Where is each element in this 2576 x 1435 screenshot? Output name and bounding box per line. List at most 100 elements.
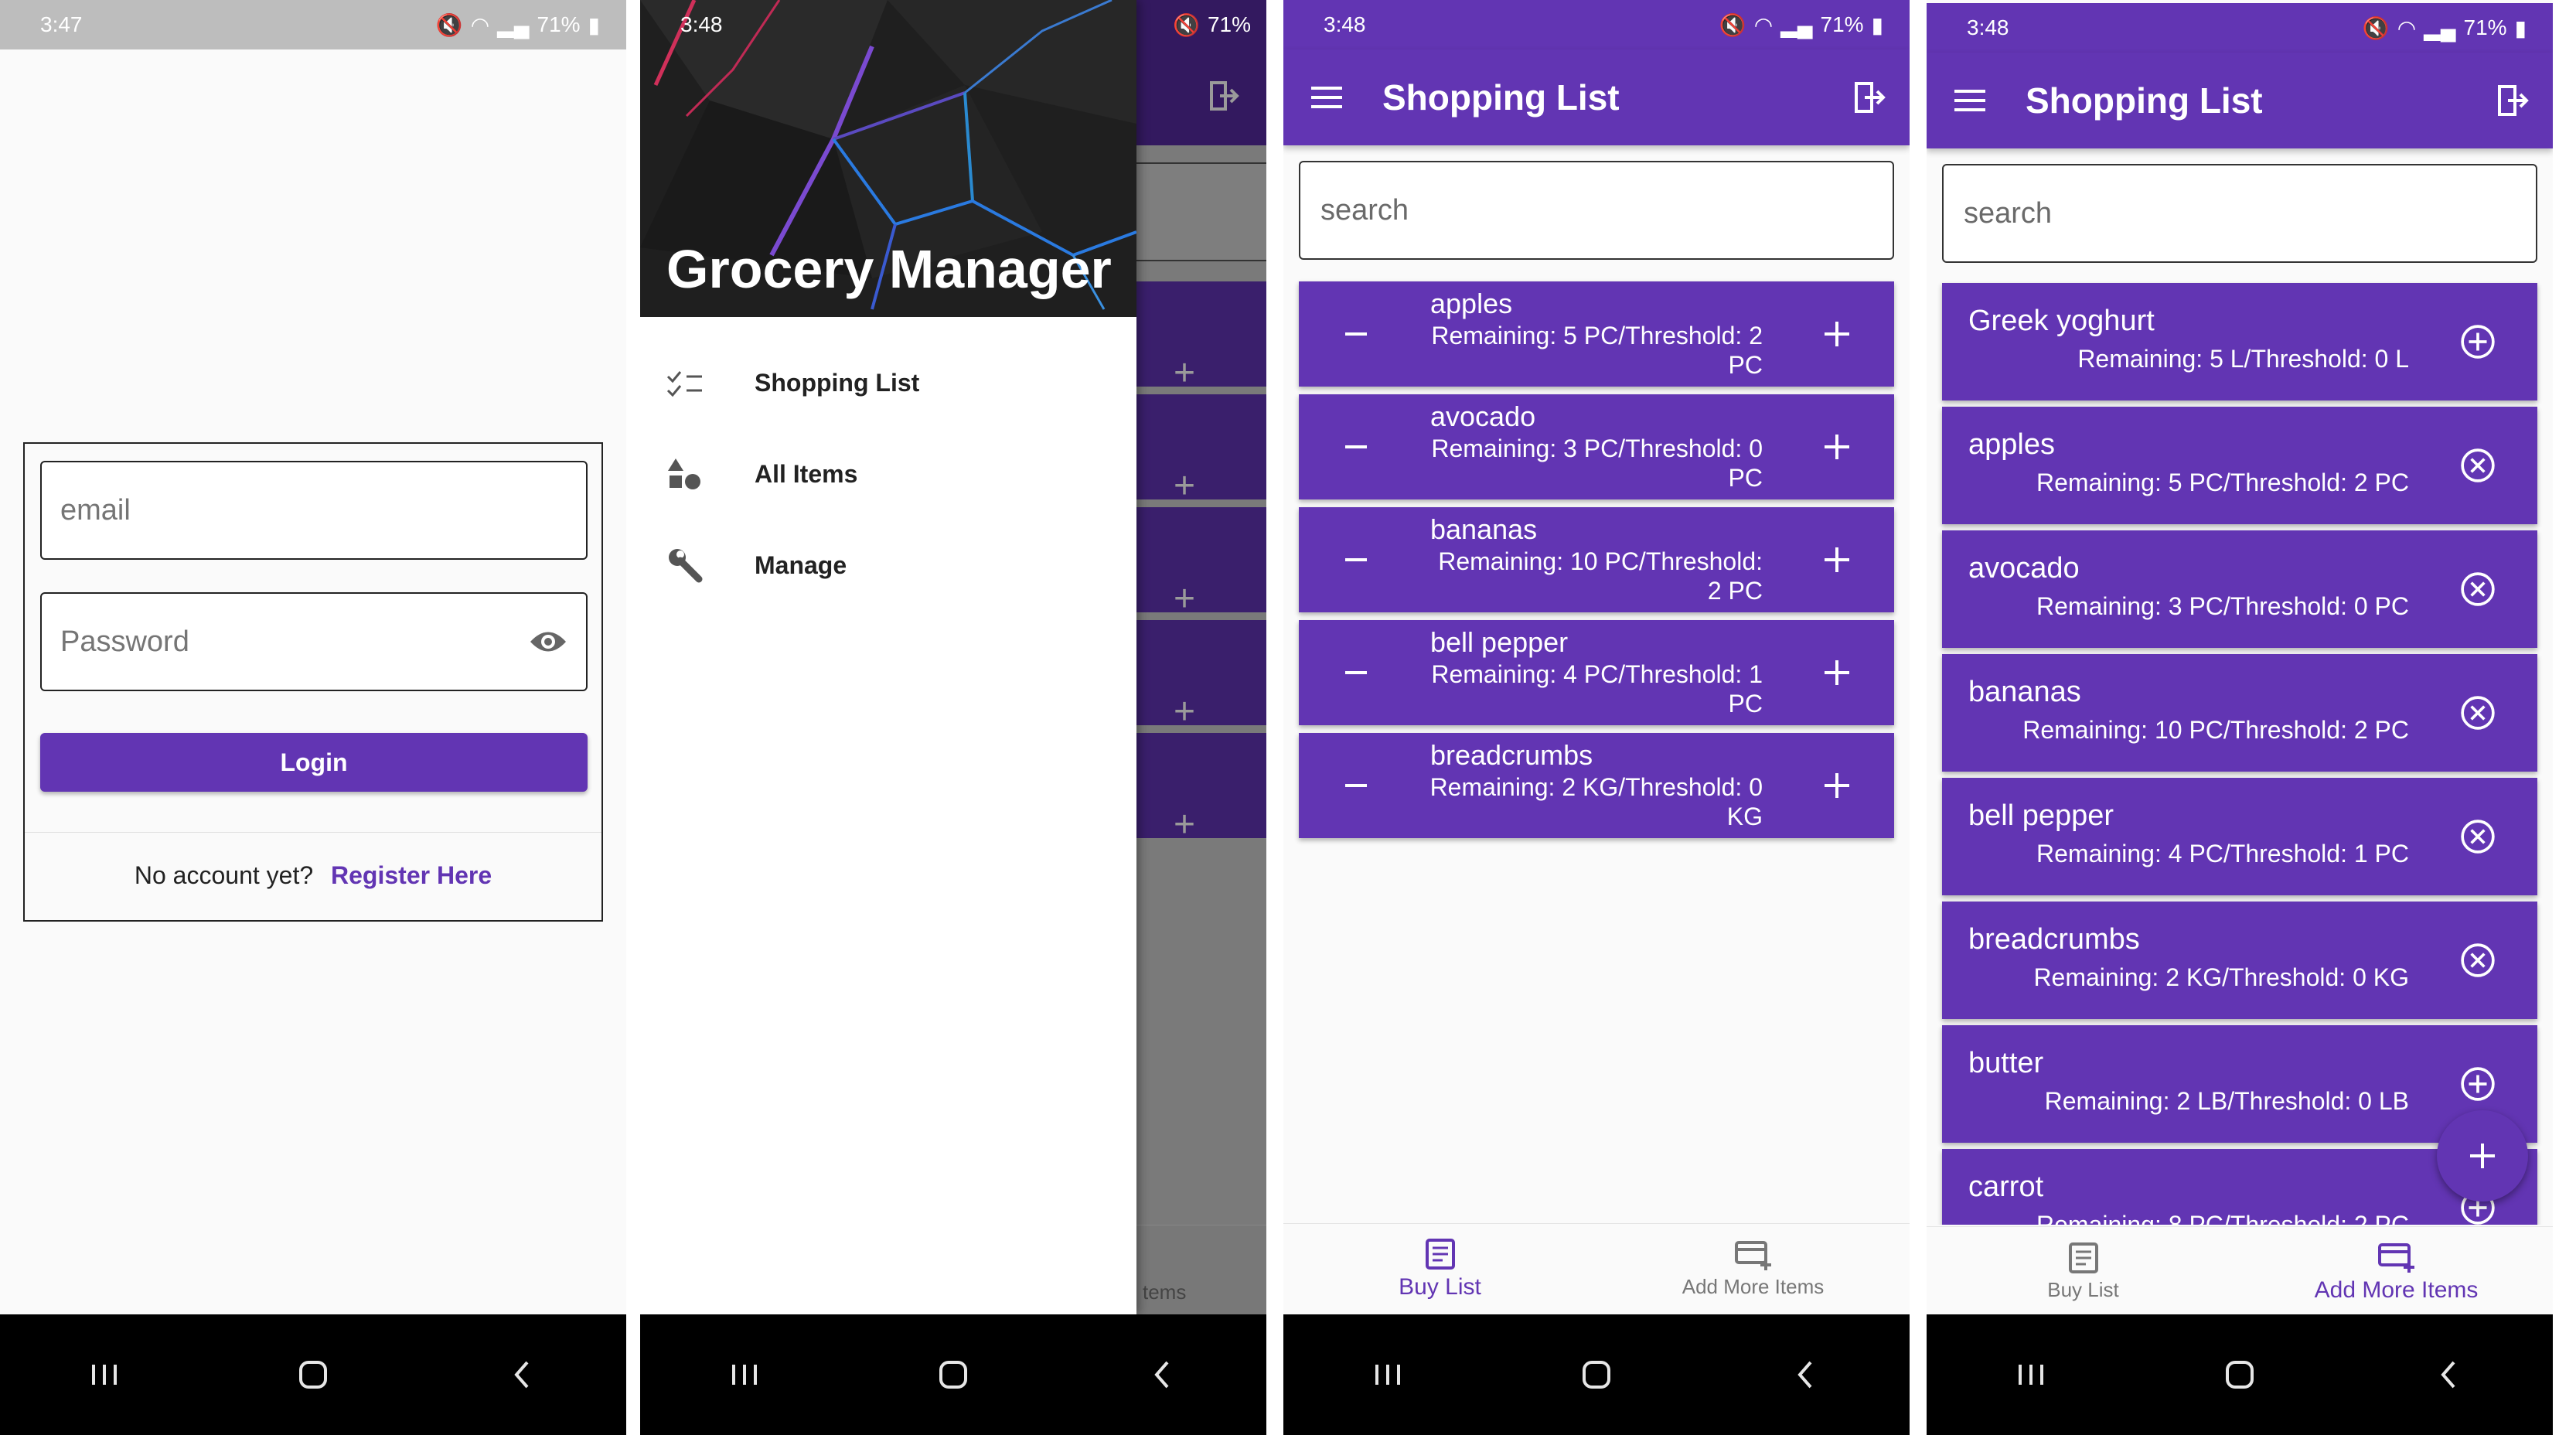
tab-add-more-items[interactable]: Add More Items <box>2240 1227 2553 1317</box>
dimmed-exit-icon <box>1209 80 1240 111</box>
remove-from-list-button[interactable] <box>2460 695 2496 731</box>
status-icons: 🔇 ◠ ▂▄ 71% ▮ <box>436 12 600 38</box>
circle-x-icon <box>2461 943 2495 977</box>
decrement-button[interactable] <box>1337 767 1375 804</box>
remove-from-list-button[interactable] <box>2460 448 2496 483</box>
search-input[interactable] <box>1320 193 1872 227</box>
plus-icon <box>2470 1144 2495 1168</box>
list-item: avocado Remaining: 3 PC/Threshold: 0 PC <box>1299 394 1894 499</box>
back-button[interactable] <box>1782 1351 1828 1398</box>
tab-buy-list[interactable]: Buy List <box>1283 1224 1596 1314</box>
item-name: apples <box>1430 288 1513 319</box>
circle-plus-icon <box>2461 1067 2495 1101</box>
item-detail: Remaining: 5 PC/Threshold: 2 PC <box>2036 469 2409 496</box>
battery-icon: ▮ <box>1871 12 1883 37</box>
remove-from-list-button[interactable] <box>2460 942 2496 978</box>
list-document-icon <box>1425 1238 1455 1270</box>
home-button[interactable] <box>930 1351 976 1398</box>
remove-from-list-button[interactable] <box>2460 819 2496 854</box>
list-item: apples Remaining: 5 PC/Threshold: 2 PC <box>1942 407 2537 524</box>
recent-apps-button[interactable] <box>81 1351 128 1398</box>
list-item: bananas Remaining: 10 PC/Threshold: 2 PC <box>1942 654 2537 772</box>
remove-from-list-button[interactable] <box>2460 571 2496 607</box>
recent-apps-button[interactable] <box>1365 1351 1411 1398</box>
list-item: breadcrumbs Remaining: 2 KG/Threshold: 0K… <box>1299 733 1894 838</box>
drawer-item-shopping-list[interactable]: Shopping List <box>640 348 1136 418</box>
logout-icon[interactable] <box>1854 81 1886 114</box>
eye-icon[interactable] <box>529 629 567 655</box>
add-item-fab[interactable] <box>2437 1110 2528 1202</box>
list-item: bell pepper Remaining: 4 PC/Threshold: 1 … <box>1942 778 2537 895</box>
system-nav-bar <box>1927 1314 2553 1435</box>
list-item: Greek yoghurt Remaining: 5 L/Threshold: 0… <box>1942 283 2537 401</box>
status-bar: 3:48 🔇 ◠ ▂▄ 71% ▮ <box>1283 0 1910 49</box>
status-time: 3:48 <box>1324 12 1366 36</box>
login-label: Login <box>280 748 348 776</box>
search-field[interactable] <box>1299 161 1894 260</box>
divider <box>25 832 601 833</box>
tab-label: Buy List <box>2047 1278 2119 1301</box>
increment-button[interactable] <box>1818 767 1855 804</box>
decrement-button[interactable] <box>1337 315 1375 353</box>
password-field[interactable] <box>40 592 588 691</box>
increment-button[interactable] <box>1818 654 1855 691</box>
buy-list-screen: 3:48 🔇 ◠ ▂▄ 71% ▮ Shopping List apples Re… <box>1283 0 1910 1435</box>
home-button[interactable] <box>290 1351 336 1398</box>
card-add-icon <box>1734 1241 1771 1270</box>
back-button[interactable] <box>2425 1351 2472 1398</box>
drawer-item-all-items[interactable]: All Items <box>640 439 1136 509</box>
wrench-icon <box>669 549 703 583</box>
item-name: breadcrumbs <box>1968 923 2140 956</box>
item-detail: Remaining: 2 KG/Threshold: 0 <box>1429 773 1763 801</box>
dimmed-bottom-label: tems <box>1143 1280 1187 1304</box>
increment-button[interactable] <box>1818 428 1855 465</box>
login-button[interactable]: Login <box>40 733 588 792</box>
item-detail: Remaining: 10 PC/Threshold: <box>1438 547 1763 575</box>
item-detail-unit: KG <box>1726 803 1763 830</box>
recent-apps-button[interactable] <box>2008 1351 2054 1398</box>
home-button[interactable] <box>2217 1351 2263 1398</box>
decrement-button[interactable] <box>1337 428 1375 465</box>
back-button[interactable] <box>1139 1351 1185 1398</box>
home-button[interactable] <box>1573 1351 1620 1398</box>
status-time: 3:47 <box>40 12 83 36</box>
recent-apps-button[interactable] <box>721 1351 768 1398</box>
item-name: Greek yoghurt <box>1968 305 2155 337</box>
email-input[interactable] <box>60 493 567 527</box>
back-button[interactable] <box>499 1351 545 1398</box>
tab-add-more-items[interactable]: Add More Items <box>1596 1224 1910 1314</box>
decrement-button[interactable] <box>1337 654 1375 691</box>
item-detail: Remaining: 2 LB/Threshold: 0 LB <box>2044 1087 2409 1115</box>
hamburger-menu-icon[interactable] <box>1311 85 1342 110</box>
item-detail-unit: PC <box>1728 690 1763 718</box>
status-bar: 3:47 🔇 ◠ ▂▄ 71% ▮ <box>0 0 626 49</box>
login-screen: 3:47 🔇 ◠ ▂▄ 71% ▮ Login No account yet? <box>0 0 626 1435</box>
increment-button[interactable] <box>1818 315 1855 353</box>
item-detail: Remaining: 4 PC/Threshold: 1 PC <box>2036 840 2409 867</box>
circle-x-icon <box>2461 696 2495 730</box>
add-to-list-button[interactable] <box>2460 324 2496 360</box>
item-detail: Remaining: 3 PC/Threshold: 0 <box>1431 435 1763 462</box>
tab-buy-list[interactable]: Buy List <box>1927 1227 2240 1317</box>
list-item: bananas Remaining: 10 PC/Threshold: 2 PC <box>1299 507 1894 612</box>
item-detail-unit: PC <box>1728 464 1763 492</box>
item-name: butter <box>1968 1047 2044 1079</box>
list-item: avocado Remaining: 3 PC/Threshold: 0 PC <box>1942 530 2537 648</box>
email-field[interactable] <box>40 461 588 560</box>
dimmed-plus-icons: + + + + + <box>1174 353 1196 845</box>
battery-text: 71% <box>1820 12 1864 36</box>
increment-button[interactable] <box>1818 541 1855 578</box>
battery-text: 71% <box>537 12 581 36</box>
signal-icon: ▂▄ <box>1780 12 1813 37</box>
password-input[interactable] <box>60 625 529 659</box>
add-to-list-button[interactable] <box>2460 1066 2496 1102</box>
item-name: bell pepper <box>1430 626 1569 658</box>
list-item: bell pepper Remaining: 4 PC/Threshold: 1P… <box>1299 620 1894 725</box>
drawer-item-manage[interactable]: Manage <box>640 530 1136 600</box>
page-title: Shopping List <box>1382 77 1620 118</box>
wifi-icon: ◠ <box>470 12 490 37</box>
item-detail-unit: PC <box>1728 351 1763 379</box>
decrement-button[interactable] <box>1337 541 1375 578</box>
item-name: avocado <box>1968 552 2080 585</box>
register-link[interactable]: Register Here <box>331 861 492 889</box>
